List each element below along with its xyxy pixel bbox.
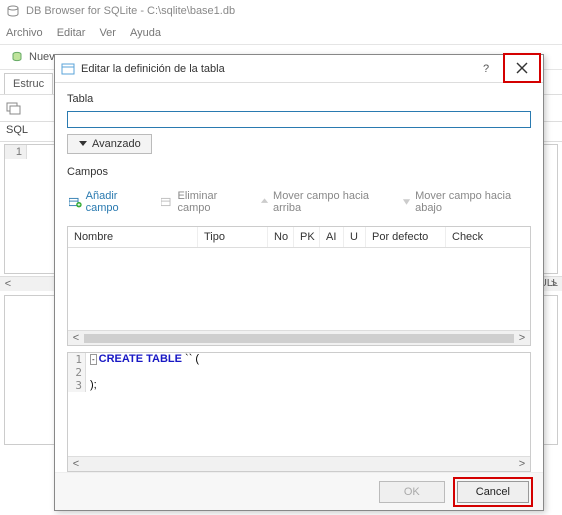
remove-field-label: Eliminar campo [178,190,246,214]
col-u[interactable]: U [344,227,366,247]
menu-help[interactable]: Ayuda [130,27,161,39]
line-gutter: 1 [5,145,27,159]
add-field-icon [69,196,82,208]
sql-line[interactable] [86,366,94,379]
window-titlebar: DB Browser for SQLite - C:\sqlite\base1.… [0,0,562,22]
close-button[interactable] [503,53,541,83]
advanced-button[interactable]: Avanzado [67,134,152,154]
new-db-label: Nuev [29,51,55,63]
line-number: 2 [68,366,86,379]
arrow-down-icon [402,197,411,207]
dialog-titlebar: Editar la definición de la tabla ? [55,55,543,83]
dialog-icon [61,62,75,76]
sql-line[interactable]: ); [86,379,101,392]
edit-table-dialog: Editar la definición de la tabla ? Tabla… [54,54,544,511]
sql-preview: 1-CREATE TABLE `` ( 2 3); < > [67,352,531,472]
dialog-footer: OK Cancel [55,472,543,510]
fields-hscroll[interactable]: < > [68,330,530,345]
add-field-button[interactable]: Añadir campo [69,190,147,214]
menu-file[interactable]: Archivo [6,27,43,39]
col-name[interactable]: Nombre [68,227,198,247]
sql-hscroll[interactable]: < > [68,456,530,471]
col-ai[interactable]: AI [320,227,344,247]
col-check[interactable]: Check [446,227,530,247]
cancel-button[interactable]: Cancel [457,481,529,503]
arrow-up-icon [260,197,269,207]
cancel-highlight: Cancel [453,477,533,507]
table-name-input[interactable] [67,111,531,128]
tables-icon [6,101,22,115]
window-title: DB Browser for SQLite - C:\sqlite\base1.… [26,5,235,17]
dialog-title: Editar la definición de la tabla [81,63,469,75]
add-field-label: Añadir campo [86,190,147,214]
menu-edit[interactable]: Editar [57,27,86,39]
remove-field-icon [161,196,174,208]
tab-structure[interactable]: Estruc [4,73,53,94]
col-pk[interactable]: PK [294,227,320,247]
menu-bar: Archivo Editar Ver Ayuda [0,22,562,44]
fields-table: Nombre Tipo No PK AI U Por defecto Check… [67,226,531,346]
sql-keyword: CREATE TABLE [99,353,182,365]
dialog-body: Tabla Avanzado Campos Añadir campo Elimi… [55,83,543,472]
ok-button: OK [379,481,445,503]
scroll-right-icon[interactable]: > [516,458,528,470]
move-down-label: Mover campo hacia abajo [415,190,529,214]
fields-body[interactable] [68,248,530,330]
collapse-marker[interactable]: - [90,354,97,365]
remove-field-button: Eliminar campo [161,190,246,214]
move-down-button: Mover campo hacia abajo [402,190,529,214]
database-new-icon [11,50,25,64]
table-name-label: Tabla [67,93,531,105]
app-icon [6,4,20,18]
fields-label: Campos [67,166,531,178]
chevron-down-icon [78,140,88,148]
scroll-left-icon[interactable]: < [70,458,82,470]
fields-header: Nombre Tipo No PK AI U Por defecto Check [68,227,530,248]
move-up-label: Mover campo hacia arriba [273,190,388,214]
scroll-left-icon[interactable]: < [2,278,14,290]
advanced-label: Avanzado [92,138,141,150]
scroll-right-icon[interactable]: > [516,332,528,344]
menu-view[interactable]: Ver [99,27,116,39]
line-number: 1 [68,353,86,366]
sql-line[interactable]: -CREATE TABLE `` ( [86,353,203,366]
help-button[interactable]: ? [475,63,497,75]
scroll-thumb[interactable] [84,334,514,343]
col-default[interactable]: Por defecto [366,227,446,247]
fields-toolbar: Añadir campo Eliminar campo Mover campo … [67,184,531,220]
sql-text: `` ( [182,353,199,365]
col-type[interactable]: Tipo [198,227,268,247]
move-up-button: Mover campo hacia arriba [260,190,388,214]
col-no[interactable]: No [268,227,294,247]
scroll-left-icon[interactable]: < [70,332,82,344]
close-icon [516,62,528,74]
line-number: 3 [68,379,86,392]
